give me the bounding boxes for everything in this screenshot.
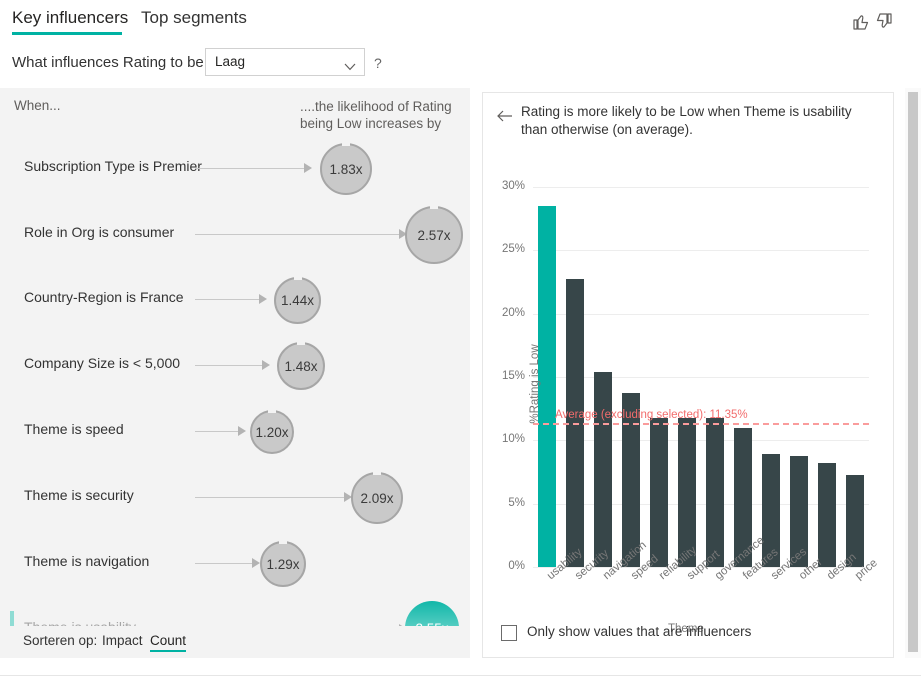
influencer-label: Theme is navigation (24, 553, 150, 569)
influencer-value: 2.09x (360, 490, 394, 506)
influencer-label: Subscription Type is Premier (24, 158, 202, 174)
question-label: What influences Rating to be (12, 54, 204, 71)
connector-arrow-icon (259, 294, 267, 304)
connector-line (195, 234, 400, 235)
influencer-row[interactable]: Theme is speed 1.20x (0, 398, 470, 464)
only-influencers-checkbox[interactable] (501, 625, 517, 641)
influencer-value: 1.44x (280, 293, 315, 308)
y-tick-label: 10% (501, 433, 525, 446)
tab-top-segments[interactable]: Top segments (141, 8, 247, 28)
sort-controls: Sorteren op: Impact Count (0, 626, 470, 658)
influencer-row[interactable]: Company Size is < 5,000 1.48x (0, 332, 470, 398)
y-tick-label: 25% (501, 243, 525, 256)
sort-label: Sorteren op: (23, 633, 98, 648)
y-tick-label: 15% (501, 370, 525, 382)
influencer-bubble[interactable]: 2.57x (405, 206, 463, 264)
rating-value-dropdown[interactable]: Laag (205, 48, 365, 76)
bubble-notch (268, 410, 276, 413)
connector-line (195, 497, 345, 498)
influencer-bubble[interactable]: 1.20x (250, 410, 294, 454)
connector-arrow-icon (238, 426, 246, 436)
bar-chart: 0% 5% 10% 15% 20% 25% 30% Average (excluding s… (502, 180, 880, 582)
chart-bar[interactable] (678, 417, 696, 567)
connector-line (195, 168, 305, 169)
influencer-label: Country-Region is France (24, 289, 184, 305)
influencer-row[interactable]: Theme is navigation 1.29x (0, 530, 470, 596)
sort-active-underline (150, 650, 186, 652)
influencer-row[interactable]: Theme is security 2.09x (0, 464, 470, 530)
help-question-mark[interactable]: ? (374, 55, 382, 71)
influencer-label: Theme is speed (24, 421, 124, 437)
influencer-row[interactable]: Role in Org is consumer 2.57x (0, 201, 470, 267)
sort-option-impact[interactable]: Impact (102, 633, 143, 648)
influencer-value: 1.29x (266, 556, 300, 572)
y-tick-label: 5% (508, 496, 525, 509)
y-tick-label: 0% (508, 560, 525, 572)
influencer-value: 1.20x (255, 424, 289, 440)
tab-key-influencers[interactable]: Key influencers (12, 8, 128, 28)
y-tick-label: 20% (501, 306, 525, 319)
influencer-bubble[interactable]: 1.48x (277, 342, 325, 390)
dropdown-selected-value: Laag (215, 54, 246, 69)
thumbs-down-icon[interactable] (875, 11, 896, 31)
average-line-label: Average (excluding selected): 11.35% (555, 409, 748, 422)
connector-line (195, 365, 263, 366)
detail-chart-panel: Rating is more likely to be Low when The… (482, 92, 894, 658)
influencer-row[interactable]: Country-Region is France 1.44x (0, 266, 470, 332)
influencer-bubble[interactable]: 1.29x (260, 541, 306, 587)
influencer-bubble[interactable]: 1.44x (274, 277, 321, 324)
chart-bar[interactable] (594, 371, 612, 567)
chart-y-axis-label: %Rating is Low (529, 344, 541, 424)
connector-arrow-icon (304, 163, 312, 173)
connector-line (195, 563, 253, 564)
connector-arrow-icon (252, 558, 260, 568)
likelihood-header: ....the likelihood of Rating being Low i… (300, 99, 452, 131)
influencer-bubble[interactable]: 2.09x (351, 472, 403, 524)
tab-active-underline (12, 32, 122, 35)
influencer-label: Company Size is < 5,000 (24, 355, 181, 371)
sort-option-count[interactable]: Count (150, 633, 186, 648)
chart-description: Rating is more likely to be Low when The… (521, 104, 852, 137)
influencer-value: 1.48x (284, 358, 318, 374)
thumbs-up-icon[interactable] (849, 11, 870, 31)
connector-line (195, 431, 239, 432)
chevron-down-icon (344, 58, 356, 71)
influencer-bubble[interactable]: 1.83x (320, 143, 372, 195)
chart-bar[interactable] (706, 417, 724, 567)
chart-bar[interactable] (818, 463, 836, 567)
bubble-notch (342, 143, 350, 146)
influencer-label: Role in Org is consumer (24, 224, 175, 240)
influencer-value: 2.57x (417, 227, 451, 243)
only-influencers-label: Only show values that are influencers (527, 624, 752, 639)
influencer-label: Theme is security (24, 487, 134, 503)
chart-bar[interactable] (650, 417, 668, 567)
page-scrollbar-thumb[interactable] (908, 92, 918, 652)
connector-arrow-icon (262, 360, 270, 370)
tab-bar: Key influencers Top segments (0, 0, 921, 42)
influencer-row[interactable]: Subscription Type is Premier 1.83x (0, 135, 470, 201)
bubble-notch (430, 206, 438, 209)
back-arrow-icon[interactable] (497, 109, 513, 122)
gridline (533, 187, 869, 188)
bubble-notch (293, 277, 302, 280)
gridline (533, 250, 869, 252)
connector-line (195, 299, 260, 300)
bubble-notch (279, 541, 287, 544)
question-row: What influences Rating to be (0, 44, 921, 84)
bubble-notch (297, 342, 305, 345)
influencers-panel: When... ....the likelihood of Rating bei… (0, 88, 470, 658)
y-tick-label: 30% (501, 180, 525, 192)
when-header: When... (14, 98, 61, 113)
average-line (533, 423, 869, 426)
influencer-value: 1.83x (329, 161, 363, 177)
bubble-notch (373, 472, 381, 475)
